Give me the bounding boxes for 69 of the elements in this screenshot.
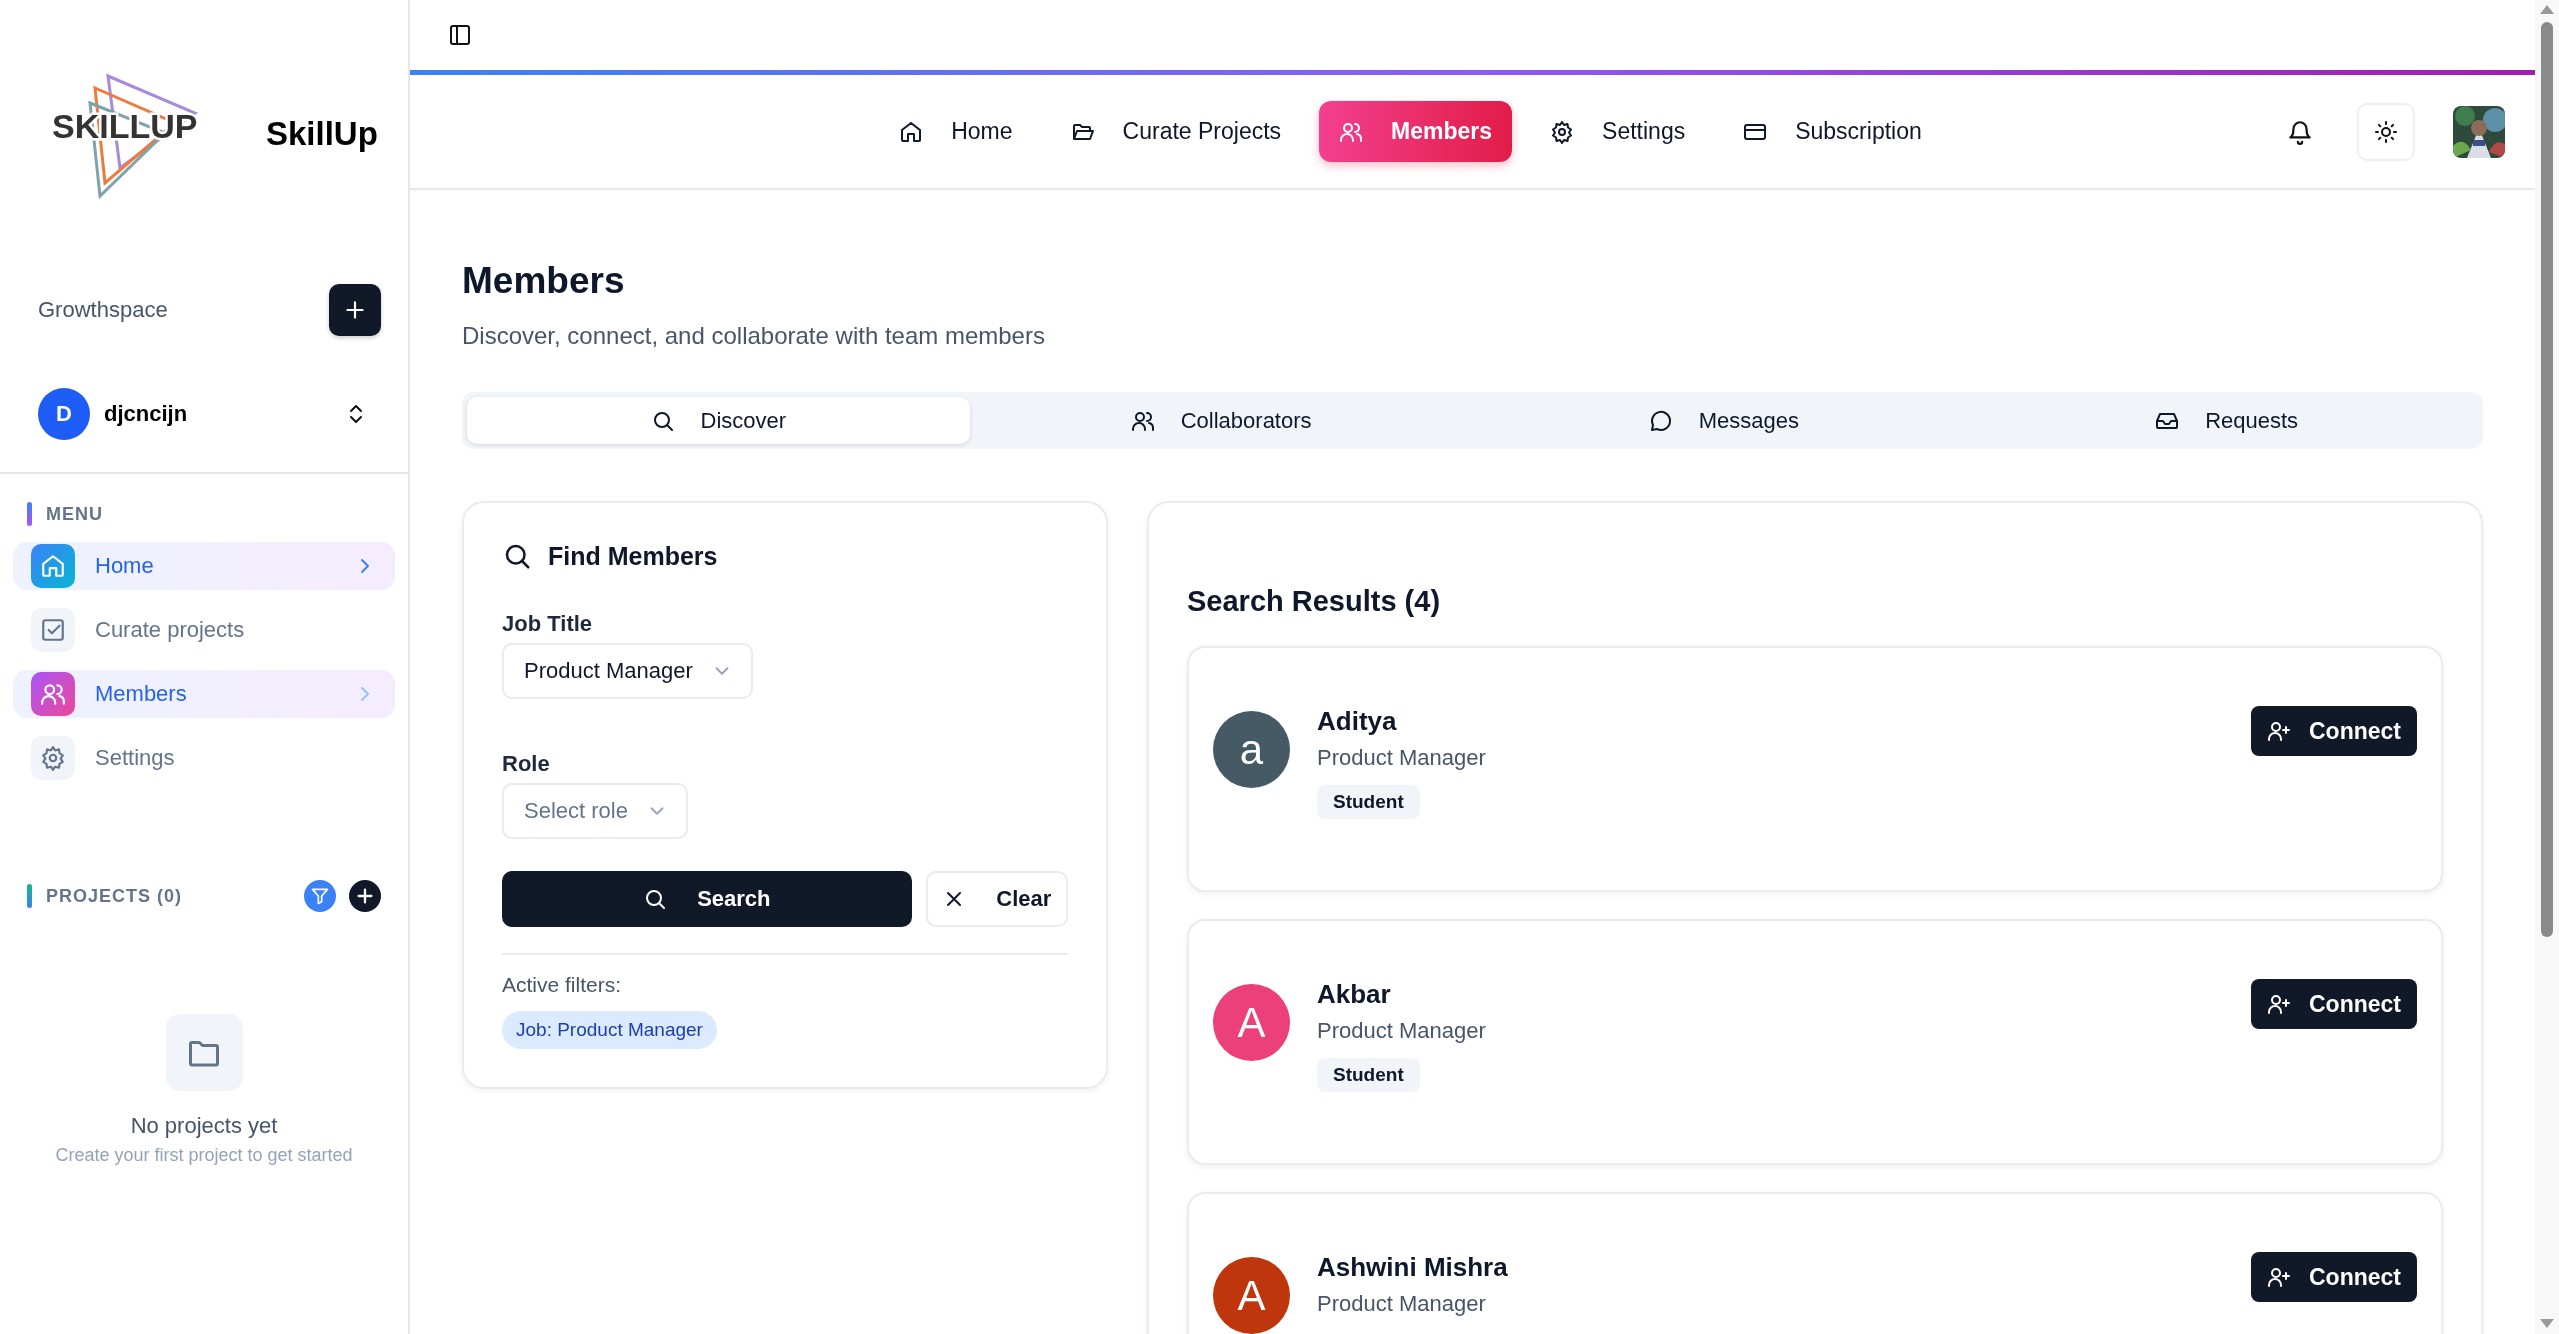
- accent-bar: [27, 502, 32, 526]
- menu-item[interactable]: Curate projects: [13, 606, 395, 654]
- user-avatar: D: [38, 388, 90, 440]
- workspace-label: Growthspace: [38, 297, 168, 323]
- menu-item[interactable]: Home: [13, 542, 395, 590]
- select-field[interactable]: Select role: [502, 783, 688, 839]
- filter-chip: Job: Product Manager: [502, 1011, 717, 1049]
- chat-icon: [1648, 408, 1673, 433]
- tab[interactable]: Messages: [1472, 397, 1976, 444]
- home-icon: [40, 553, 66, 579]
- page-title: Members: [462, 260, 626, 302]
- empty-title: No projects yet: [130, 1113, 278, 1139]
- accent-bar: [27, 884, 32, 908]
- field-label: Role: [502, 751, 551, 777]
- add-project-button[interactable]: [349, 880, 381, 912]
- connect-button[interactable]: Connect: [2251, 1252, 2417, 1302]
- nav-link[interactable]: Home: [879, 101, 1033, 162]
- home-icon: [899, 119, 924, 144]
- brand-name: SkillUp: [266, 115, 378, 153]
- search-icon: [643, 887, 668, 911]
- clear-button[interactable]: Clear: [925, 871, 1068, 927]
- member-job: Product Manager: [1317, 1291, 1487, 1317]
- active-filters-label: Active filters:: [502, 973, 622, 996]
- users-icon: [40, 681, 66, 707]
- sidebar-toggle-icon[interactable]: [448, 23, 472, 47]
- member-avatar: A: [1213, 984, 1290, 1061]
- select-field[interactable]: Product Manager: [502, 643, 753, 699]
- sun-icon: [2374, 119, 2398, 144]
- tab[interactable]: Collaborators: [969, 397, 1473, 444]
- tab[interactable]: Requests: [1975, 397, 2478, 444]
- role-badge: Student: [1317, 1058, 1420, 1092]
- empty-text: Create your first project to get started: [55, 1145, 353, 1166]
- nav-link[interactable]: Members: [1319, 101, 1513, 162]
- settings-icon: [40, 745, 66, 771]
- theme-button[interactable]: [2357, 102, 2415, 161]
- member-avatar: a: [1213, 711, 1290, 788]
- menu-item[interactable]: Members: [13, 670, 395, 718]
- user-plus-icon: [2267, 719, 2291, 743]
- filter-button[interactable]: [304, 880, 336, 912]
- field-label: Job Title: [502, 611, 594, 637]
- nav-link[interactable]: Subscription: [1723, 101, 1942, 162]
- section-heading: PROJECTS (0): [46, 885, 183, 907]
- member-avatar: A: [1213, 1257, 1290, 1334]
- filter-icon: [310, 886, 330, 906]
- add-button[interactable]: [329, 284, 381, 336]
- settings-icon: [1550, 119, 1575, 144]
- member-name: Aditya: [1317, 706, 1398, 737]
- card-title: Find Members: [548, 541, 718, 571]
- nav-link[interactable]: Curate Projects: [1050, 101, 1302, 162]
- scrollbar[interactable]: [2535, 0, 2559, 1334]
- page-subtitle: Discover, connect, and collaborate with team members: [462, 322, 1046, 350]
- member-job: Product Manager: [1317, 1018, 1487, 1044]
- checkbox-icon: [40, 617, 66, 643]
- results-title: Search Results (4): [1187, 585, 1442, 618]
- member-name: Ashwini Mishra: [1317, 1252, 1509, 1283]
- user-plus-icon: [2267, 992, 2291, 1016]
- user-plus-icon: [2267, 1265, 2291, 1289]
- connect-button[interactable]: Connect: [2251, 706, 2417, 756]
- connect-button[interactable]: Connect: [2251, 979, 2417, 1029]
- role-badge: Student: [1317, 785, 1420, 819]
- search-button[interactable]: Search: [502, 871, 912, 927]
- nav-link[interactable]: Settings: [1530, 101, 1706, 162]
- menu-item[interactable]: Settings: [13, 734, 395, 782]
- member-job: Product Manager: [1317, 745, 1487, 771]
- section-heading: MENU: [46, 503, 103, 525]
- member-name: Akbar: [1317, 979, 1392, 1010]
- bell-icon: [2287, 118, 2313, 145]
- tab[interactable]: Discover: [467, 397, 970, 444]
- user-switcher[interactable]: D djcncijn: [0, 388, 408, 440]
